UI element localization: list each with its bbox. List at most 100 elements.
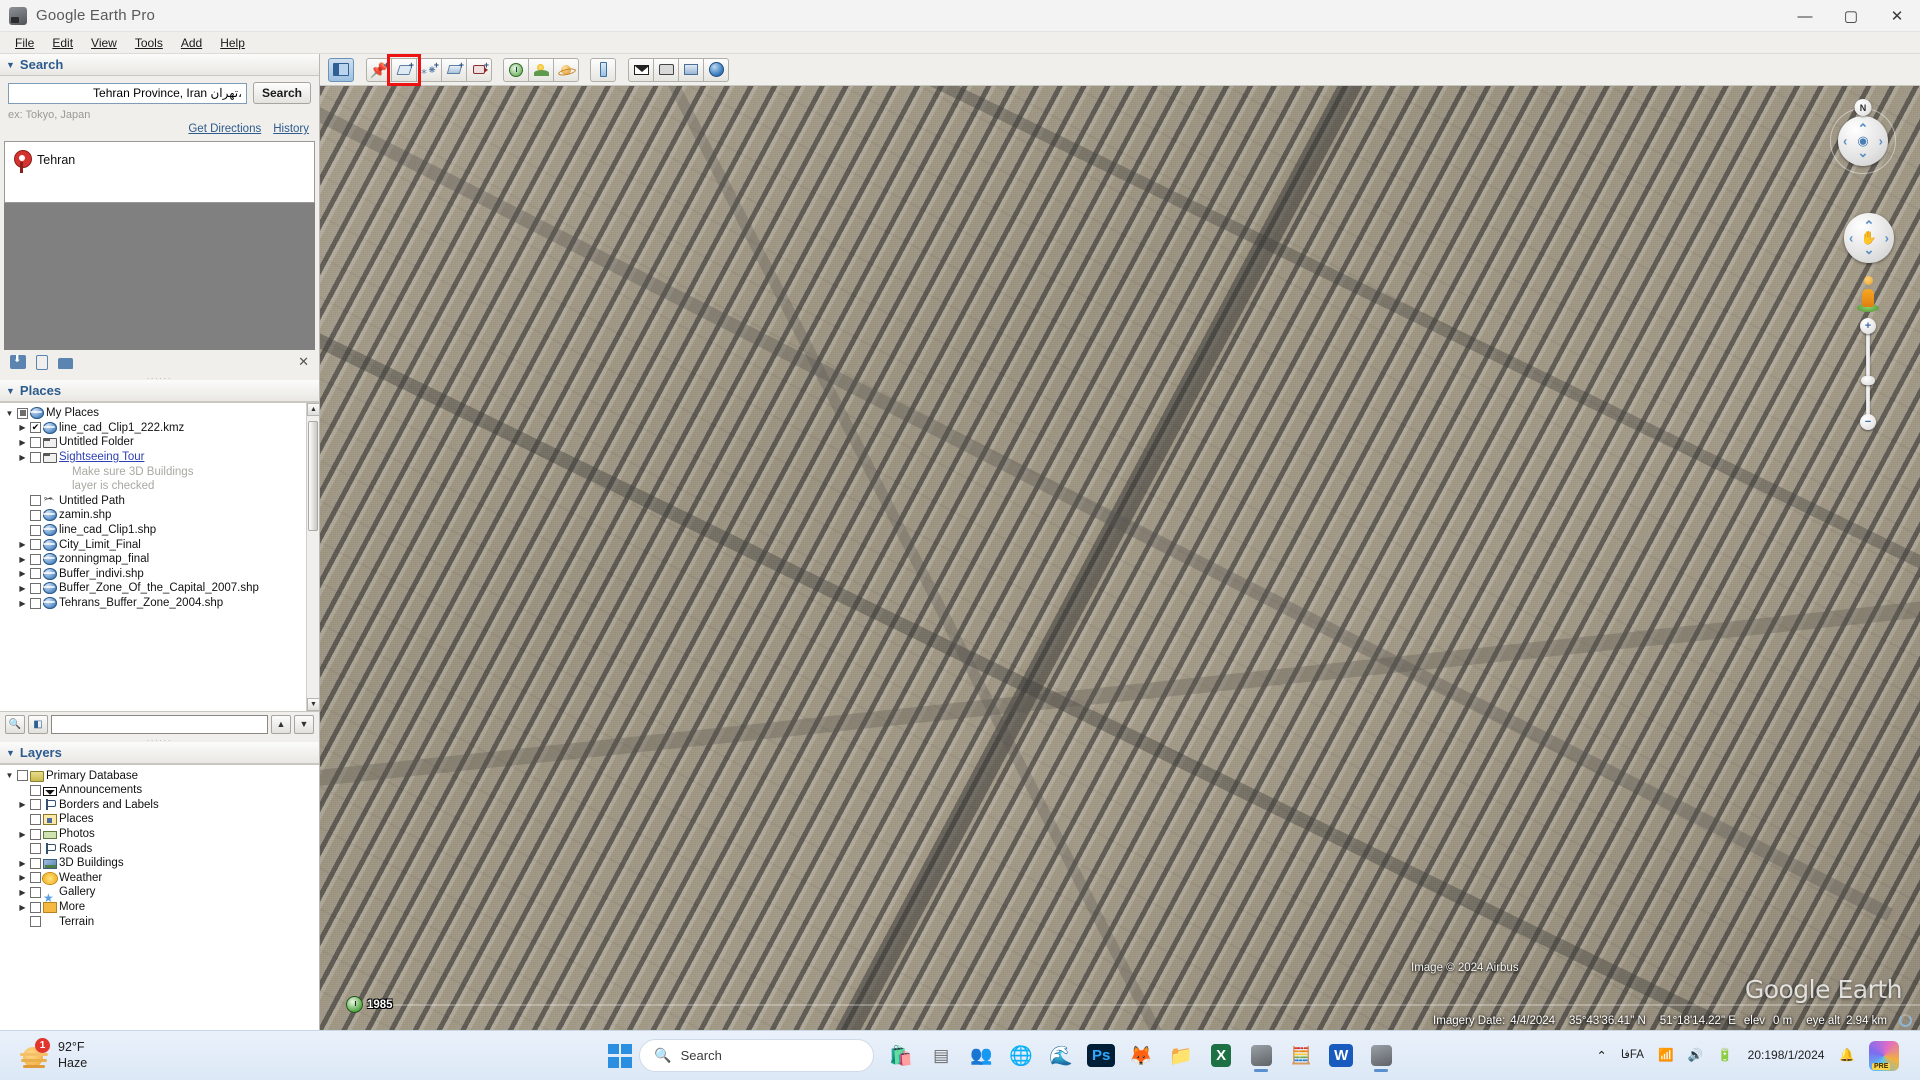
- places-item-row[interactable]: My Places: [0, 406, 319, 421]
- taskbar-app-edge[interactable]: 🌊: [1044, 1039, 1078, 1073]
- taskbar-app-excel[interactable]: X: [1204, 1039, 1238, 1073]
- chevron-right-icon[interactable]: [17, 903, 28, 912]
- layers-item-row[interactable]: Gallery: [0, 885, 319, 900]
- places-scrollbar[interactable]: ▲ ▼: [306, 403, 319, 712]
- measure-button[interactable]: [590, 57, 616, 82]
- look-joystick[interactable]: ⌃ ⌄ ‹ › ◉ N: [1830, 99, 1896, 174]
- taskbar-search-box[interactable]: 🔍 Search: [639, 1039, 875, 1072]
- hand-icon[interactable]: ✋: [1861, 230, 1877, 246]
- places-collapse-caret[interactable]: ▼: [6, 386, 15, 396]
- places-filter-input[interactable]: [51, 714, 268, 734]
- places-item-row[interactable]: Untitled Folder: [0, 435, 319, 450]
- start-button[interactable]: [608, 1043, 633, 1068]
- chevron-right-icon[interactable]: [17, 438, 28, 447]
- layers-item-checkbox[interactable]: [30, 916, 41, 928]
- zoom-out-button[interactable]: −: [1860, 414, 1876, 430]
- street-view-pegman-icon[interactable]: [1857, 276, 1879, 312]
- chevron-right-icon[interactable]: [17, 830, 28, 839]
- places-item-checkbox[interactable]: [30, 495, 41, 507]
- chevron-right-icon[interactable]: [17, 873, 28, 882]
- wifi-icon[interactable]: 📶: [1651, 1039, 1681, 1073]
- taskbar-weather-widget[interactable]: 1 92°F Haze: [0, 1037, 420, 1071]
- record-tour-button[interactable]: +: [466, 57, 492, 82]
- places-item-checkbox[interactable]: [30, 451, 41, 463]
- chevron-down-icon[interactable]: [4, 409, 15, 418]
- magnifier-icon[interactable]: 🔍: [5, 714, 25, 734]
- layers-item-row[interactable]: More: [0, 900, 319, 915]
- toggle-sidebar-button[interactable]: [328, 57, 354, 82]
- layers-item-checkbox[interactable]: [30, 886, 41, 898]
- places-item-checkbox[interactable]: [30, 524, 41, 536]
- add-placemark-button[interactable]: 📌 +: [366, 57, 392, 82]
- layers-item-checkbox[interactable]: [30, 813, 41, 825]
- chevron-right-icon[interactable]: [17, 540, 28, 549]
- places-item-row[interactable]: Sightseeing Tour: [0, 450, 319, 465]
- search-button[interactable]: Search: [252, 82, 311, 104]
- print-icon[interactable]: [58, 357, 73, 369]
- taskbar-app-teams[interactable]: 👥: [964, 1039, 998, 1073]
- taskbar-app-widgets[interactable]: ▤: [924, 1039, 958, 1073]
- layers-item-row[interactable]: Photos: [0, 827, 319, 842]
- layers-item-checkbox[interactable]: [30, 901, 41, 913]
- scroll-thumb[interactable]: [308, 421, 318, 531]
- move-orb[interactable]: ⌃ ⌄ ‹ › ✋: [1844, 213, 1894, 263]
- look-right-arrow[interactable]: ›: [1879, 134, 1883, 149]
- close-icon[interactable]: ✕: [298, 354, 309, 370]
- move-left-arrow[interactable]: ‹: [1849, 231, 1853, 246]
- layers-item-checkbox[interactable]: [30, 828, 41, 840]
- taskbar-app-photoshop[interactable]: Ps: [1084, 1039, 1118, 1073]
- layers-item-row[interactable]: Announcements: [0, 783, 319, 798]
- places-item-label[interactable]: Sightseeing Tour: [59, 451, 144, 463]
- save-to-my-places-icon[interactable]: [10, 354, 26, 369]
- layers-item-row[interactable]: Roads: [0, 841, 319, 856]
- look-left-arrow[interactable]: ‹: [1843, 134, 1847, 149]
- chevron-down-icon[interactable]: [4, 771, 15, 780]
- layers-item-checkbox[interactable]: [30, 872, 41, 884]
- historical-imagery-button[interactable]: [503, 57, 529, 82]
- add-polygon-button[interactable]: +: [387, 53, 421, 86]
- menu-view[interactable]: View: [82, 34, 126, 52]
- zoom-slider[interactable]: + −: [1860, 318, 1876, 430]
- copilot-icon[interactable]: [1869, 1040, 1899, 1071]
- layers-item-checkbox[interactable]: [30, 843, 41, 855]
- places-item-row[interactable]: line_cad_Clip1_222.kmz: [0, 421, 319, 436]
- scroll-down-arrow[interactable]: ▼: [307, 698, 319, 712]
- tray-expand-chevron-icon[interactable]: ⌃: [1589, 1039, 1613, 1073]
- places-item-row[interactable]: line_cad_Clip1.shp: [0, 523, 319, 538]
- print-button[interactable]: [653, 57, 679, 82]
- places-item-checkbox[interactable]: [30, 568, 41, 580]
- taskbar-app-firefox[interactable]: 🦊: [1124, 1039, 1158, 1073]
- layers-panel-header[interactable]: ▼ Layers: [0, 742, 319, 765]
- map-viewport[interactable]: ⌃ ⌄ ‹ › ◉ N ⌃ ⌄ ‹ › ✋ + − 1985 Image © 2…: [320, 86, 1920, 1030]
- language-indicator[interactable]: فا FA: [1614, 1039, 1651, 1073]
- places-item-row[interactable]: Untitled Path: [0, 494, 319, 509]
- places-item-row[interactable]: Buffer_Zone_Of_the_Capital_2007.shp: [0, 581, 319, 596]
- history-link[interactable]: History: [273, 123, 309, 135]
- places-item-row[interactable]: zamin.shp: [0, 508, 319, 523]
- menu-tools[interactable]: Tools: [126, 34, 172, 52]
- layers-item-checkbox[interactable]: [30, 784, 41, 796]
- chevron-right-icon[interactable]: [17, 569, 28, 578]
- get-directions-link[interactable]: Get Directions: [188, 123, 261, 135]
- volume-icon[interactable]: 🔊: [1681, 1039, 1711, 1073]
- menu-file[interactable]: File: [6, 34, 43, 52]
- scroll-up-arrow[interactable]: ▲: [307, 403, 319, 416]
- places-item-row[interactable]: zonningmap_final: [0, 552, 319, 567]
- layers-item-row[interactable]: Terrain: [0, 914, 319, 929]
- email-button[interactable]: [628, 57, 654, 82]
- move-right-arrow[interactable]: ›: [1885, 231, 1889, 246]
- places-item-checkbox[interactable]: [30, 436, 41, 448]
- places-item-checkbox[interactable]: [30, 539, 41, 551]
- places-item-row[interactable]: Make sure 3D Buildings: [0, 464, 319, 479]
- chevron-right-icon[interactable]: [17, 423, 28, 432]
- layers-item-checkbox[interactable]: [17, 770, 28, 782]
- chevron-right-icon[interactable]: [17, 599, 28, 608]
- search-input[interactable]: [8, 82, 247, 104]
- places-item-row[interactable]: Buffer_indivi.shp: [0, 567, 319, 582]
- menu-add[interactable]: Add: [172, 34, 211, 52]
- move-up-button[interactable]: ▲: [271, 714, 291, 734]
- minimize-button[interactable]: —: [1782, 0, 1828, 32]
- places-item-checkbox[interactable]: [17, 407, 28, 419]
- layers-tree[interactable]: Primary Database AnnouncementsBorders and…: [0, 764, 319, 1030]
- split-view-icon[interactable]: ◧: [28, 714, 48, 734]
